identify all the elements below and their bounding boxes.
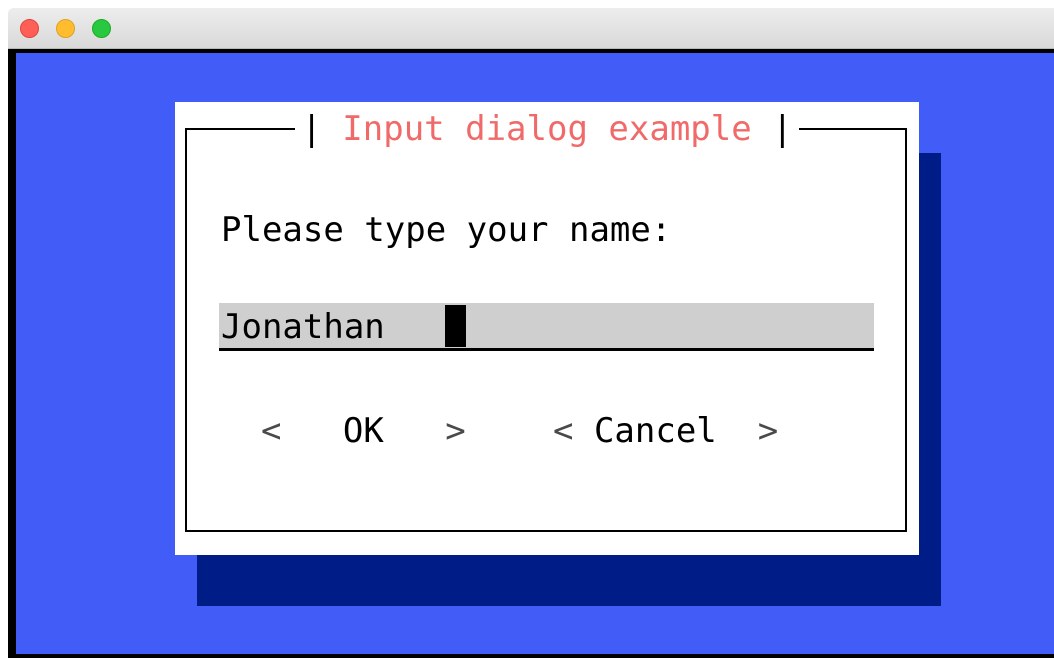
name-prompt: Please type your name: <box>221 210 672 250</box>
cancel-button-right-bracket: > <box>716 411 779 451</box>
dialog-title-left-bar: | <box>301 109 343 149</box>
ok-button-label: OK <box>342 411 384 451</box>
cancel-button[interactable]: < Cancel > <box>553 406 778 456</box>
name-input[interactable]: Jonathan <box>219 303 874 351</box>
cancel-button-left-bracket: < <box>553 411 594 451</box>
ok-button-right-bracket: > <box>383 411 466 451</box>
dialog-title: | Input dialog example | <box>295 106 799 152</box>
ok-button[interactable]: < OK > <box>261 406 466 456</box>
text-cursor <box>445 305 466 347</box>
name-input-value[interactable]: Jonathan <box>221 303 385 351</box>
window-titlebar[interactable] <box>8 8 1054 49</box>
input-dialog: | Input dialog example | Please type you… <box>175 102 919 555</box>
ok-button-left-bracket: < <box>261 411 343 451</box>
dialog-title-text: Input dialog example <box>342 109 752 149</box>
dialog-title-bar: | Input dialog example | <box>175 106 919 154</box>
dialog-title-right-bar: | <box>751 109 793 149</box>
dialog-buttons: < OK > < Cancel > <box>175 406 919 456</box>
cancel-button-label: Cancel <box>593 411 717 451</box>
zoom-window-icon[interactable] <box>92 19 111 38</box>
close-window-icon[interactable] <box>20 19 39 38</box>
minimize-window-icon[interactable] <box>56 19 75 38</box>
